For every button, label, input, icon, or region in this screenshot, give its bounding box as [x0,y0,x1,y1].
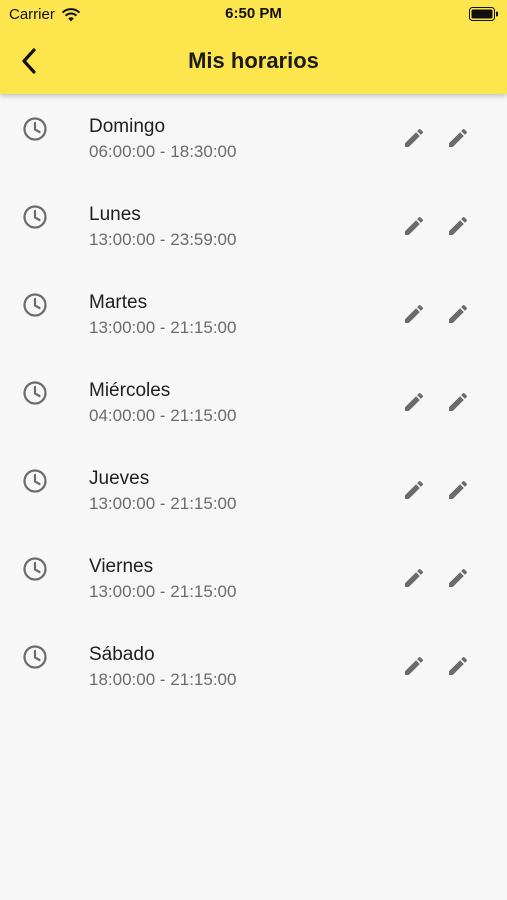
edit-start-button[interactable] [400,564,428,592]
edit-start-button[interactable] [400,300,428,328]
schedule-row-sabado: Sábado 18:00:00 - 21:15:00 [0,630,507,718]
schedule-row-miercoles: Miércoles 04:00:00 - 21:15:00 [0,366,507,454]
pencil-icon [449,128,468,147]
edit-end-button[interactable] [444,476,472,504]
schedule-row-martes: Martes 13:00:00 - 21:15:00 [0,278,507,366]
pencil-icon [405,304,424,323]
schedule-range: 13:00:00 - 21:15:00 [89,582,237,601]
pencil-icon [405,480,424,499]
pencil-icon [449,480,468,499]
edit-end-button[interactable] [444,300,472,328]
clock-icon [23,117,47,141]
edit-start-button[interactable] [400,476,428,504]
schedule-day: Jueves [89,468,150,489]
pencil-icon [405,568,424,587]
schedule-day: Martes [89,292,148,313]
pencil-icon [405,128,424,147]
pencil-icon [405,216,424,235]
status-time: 6:50 PM [225,5,282,22]
clock-icon [23,557,47,581]
clock-icon [23,205,47,229]
navigation-row: Mis horarios [0,40,507,84]
edit-end-button[interactable] [444,388,472,416]
schedule-row-lunes: Lunes 13:00:00 - 23:59:00 [0,190,507,278]
schedule-range: 13:00:00 - 21:15:00 [89,494,237,513]
pencil-icon [405,656,424,675]
schedule-day: Lunes [89,204,141,225]
schedule-row-domingo: Domingo 06:00:00 - 18:30:00 [0,102,507,190]
pencil-icon [449,304,468,323]
schedule-range: 13:00:00 - 21:15:00 [89,318,237,337]
schedule-range: 18:00:00 - 21:15:00 [89,670,237,689]
clock-icon [23,381,47,405]
edit-start-button[interactable] [400,212,428,240]
pencil-icon [449,656,468,675]
edit-end-button[interactable] [444,652,472,680]
header-bar: Carrier 6:50 PM Mis horarios [0,0,507,94]
pencil-icon [405,392,424,411]
schedule-day: Miércoles [89,380,171,401]
edit-start-button[interactable] [400,652,428,680]
edit-end-button[interactable] [444,564,472,592]
schedule-row-jueves: Jueves 13:00:00 - 21:15:00 [0,454,507,542]
schedule-range: 06:00:00 - 18:30:00 [89,142,237,161]
schedule-row-viernes: Viernes 13:00:00 - 21:15:00 [0,542,507,630]
pencil-icon [449,568,468,587]
clock-icon [23,293,47,317]
clock-icon [23,645,47,669]
edit-start-button[interactable] [400,124,428,152]
schedule-day: Viernes [89,556,154,577]
pencil-icon [449,392,468,411]
schedule-day: Sábado [89,644,155,665]
clock-icon [23,469,47,493]
pencil-icon [449,216,468,235]
page-title: Mis horarios [188,48,319,73]
edit-end-button[interactable] [444,212,472,240]
edit-start-button[interactable] [400,388,428,416]
battery-icon [469,7,498,21]
schedule-list: Domingo 06:00:00 - 18:30:00 Lunes 13:00:… [0,102,507,718]
status-bar: Carrier 6:50 PM [0,0,507,28]
schedule-range: 04:00:00 - 21:15:00 [89,406,237,425]
schedule-range: 13:00:00 - 23:59:00 [89,230,237,249]
schedule-day: Domingo [89,116,166,137]
edit-end-button[interactable] [444,124,472,152]
